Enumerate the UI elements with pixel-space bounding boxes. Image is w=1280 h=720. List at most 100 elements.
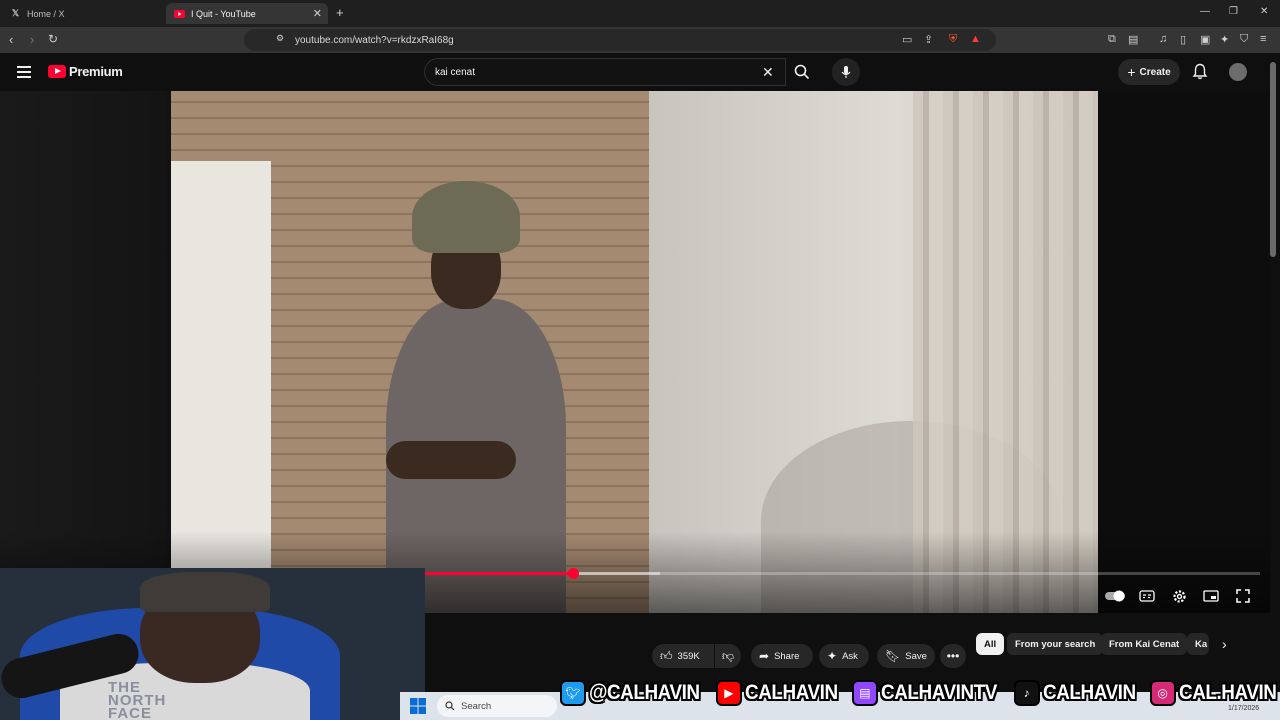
more-actions-button[interactable]: ••• bbox=[940, 644, 966, 668]
video-player[interactable]: 1 bbox=[0, 91, 1270, 613]
chip-overflow[interactable]: Ka bbox=[1187, 633, 1209, 655]
instagram-handle: CAL.HAVIN bbox=[1178, 681, 1277, 704]
twitch-handle: CALHAVINTV bbox=[880, 681, 997, 704]
chips-next-icon[interactable]: › bbox=[1222, 636, 1227, 652]
gear-icon bbox=[1172, 589, 1186, 603]
youtube-play-logo-icon bbox=[48, 65, 66, 78]
autoplay-toggle[interactable] bbox=[1102, 585, 1128, 607]
media-icon[interactable]: ♫ bbox=[1159, 33, 1167, 45]
social-twitch: ▤ CALHAVINTV bbox=[851, 680, 1010, 706]
social-youtube: ▶ CALHAVIN bbox=[715, 680, 848, 706]
microphone-icon bbox=[841, 66, 851, 78]
site-info-icon[interactable]: ⚙ bbox=[276, 33, 284, 44]
social-instagram: ◎ CAL.HAVIN bbox=[1149, 680, 1280, 706]
save-button[interactable]: 🔖︎ Save bbox=[877, 644, 935, 668]
forward-icon[interactable]: › bbox=[30, 32, 34, 47]
x-logo-icon: 𝕏 bbox=[11, 8, 20, 18]
streamer-cap bbox=[140, 572, 270, 612]
brave-rewards-icon[interactable]: ▲ bbox=[970, 33, 981, 45]
dislike-button[interactable]: 👎︎ bbox=[715, 644, 741, 668]
shirt-logo-text: THE NORTH FACE bbox=[108, 680, 166, 720]
sparkle-icon: ✦ bbox=[827, 649, 838, 663]
minimize-icon[interactable]: — bbox=[1200, 6, 1210, 17]
youtube-header: Premium kai cenat ✕ + Create bbox=[0, 53, 1280, 91]
miniplayer-button[interactable] bbox=[1198, 585, 1224, 607]
search-icon bbox=[794, 64, 810, 80]
windows-start-icon[interactable] bbox=[410, 698, 426, 714]
restore-icon[interactable]: ❐ bbox=[1229, 6, 1238, 17]
scrubber-handle[interactable] bbox=[567, 568, 579, 579]
youtube-premium-logo[interactable]: Premium bbox=[48, 64, 123, 79]
account-avatar[interactable] bbox=[1229, 63, 1247, 81]
thumbs-down-icon: 👎︎ bbox=[721, 648, 735, 663]
chip-label: Ka bbox=[1195, 638, 1208, 650]
search-button[interactable] bbox=[786, 58, 818, 86]
bell-icon bbox=[1192, 63, 1208, 80]
instagram-icon: ◎ bbox=[1149, 680, 1176, 706]
extensions-icon[interactable]: ⧉ bbox=[1108, 33, 1116, 46]
back-icon[interactable]: ‹ bbox=[9, 32, 13, 47]
share-button[interactable]: ➦ Share bbox=[751, 644, 813, 668]
social-handles-overlay: 🐦︎ @CALHAVIN ▶ CALHAVIN ▤ CALHAVINTV ♪ C… bbox=[560, 676, 1277, 710]
search-query: kai cenat bbox=[435, 66, 476, 78]
fullscreen-button[interactable] bbox=[1230, 585, 1256, 607]
cast-icon[interactable]: ▭ bbox=[902, 33, 912, 46]
social-twitter: 🐦︎ @CALHAVIN bbox=[560, 680, 712, 706]
chip-label: All bbox=[984, 638, 997, 650]
share-label: Share bbox=[774, 650, 800, 662]
browser-menu-icon[interactable]: ≡ bbox=[1260, 33, 1266, 45]
chip-from-your-search[interactable]: From your search bbox=[1007, 633, 1104, 655]
search-input[interactable]: kai cenat bbox=[424, 58, 786, 86]
create-button[interactable]: + Create bbox=[1118, 59, 1180, 85]
thumbs-up-icon: 👍︎ bbox=[660, 648, 673, 663]
taskbar-search-placeholder: Search bbox=[461, 700, 492, 712]
brave-shield-icon[interactable]: ⛨ bbox=[949, 33, 957, 46]
reload-icon[interactable]: ↻ bbox=[48, 32, 58, 46]
twitter-icon: 🐦︎ bbox=[560, 680, 586, 706]
create-label: Create bbox=[1139, 66, 1171, 78]
clear-search-icon[interactable]: ✕ bbox=[762, 64, 774, 81]
search-icon bbox=[445, 701, 455, 711]
autoplay-toggle-icon bbox=[1105, 590, 1125, 602]
url-text: youtube.com/watch?v=rkdzxRaI68g bbox=[295, 34, 454, 46]
plus-icon: + bbox=[1127, 64, 1136, 80]
wallet-icon[interactable]: ▣ bbox=[1200, 33, 1210, 46]
youtube-handle: CALHAVIN bbox=[744, 681, 838, 704]
chip-label: From your search bbox=[1015, 638, 1096, 650]
taskbar-search[interactable]: Search bbox=[437, 695, 557, 717]
chip-all[interactable]: All bbox=[976, 633, 1005, 655]
page-scrollbar[interactable] bbox=[1270, 62, 1276, 257]
more-icon: ••• bbox=[946, 649, 960, 663]
tiktok-icon: ♪ bbox=[1013, 680, 1040, 706]
share-page-icon[interactable]: ⇪ bbox=[924, 33, 933, 46]
voice-search-button[interactable] bbox=[832, 58, 860, 86]
logo-text: Premium bbox=[69, 64, 123, 79]
chip-label: From Kai Cenat bbox=[1109, 638, 1180, 650]
tab-label: I Quit - YouTube bbox=[191, 8, 256, 19]
address-bar[interactable]: youtube.com/watch?v=rkdzxRaI68g bbox=[244, 29, 996, 51]
share-icon: ➦ bbox=[759, 649, 770, 663]
notifications-button[interactable] bbox=[1192, 63, 1208, 85]
settings-button[interactable] bbox=[1166, 585, 1192, 607]
tab-youtube[interactable]: I Quit - YouTube ✕ bbox=[166, 3, 328, 24]
twitter-handle: @CALHAVIN bbox=[589, 681, 700, 704]
close-window-icon[interactable]: ✕ bbox=[1260, 6, 1268, 17]
webcam-overlay: THE NORTH FACE bbox=[0, 568, 425, 720]
miniplayer-icon bbox=[1203, 590, 1219, 602]
tab-label: Home / X bbox=[27, 8, 65, 19]
chip-from-kai-cenat[interactable]: From Kai Cenat bbox=[1101, 633, 1188, 655]
fullscreen-icon bbox=[1236, 589, 1250, 603]
tab-home-x[interactable]: 𝕏 Home / X bbox=[2, 3, 162, 24]
hamburger-menu-icon[interactable] bbox=[17, 66, 31, 78]
captions-icon bbox=[1139, 590, 1155, 602]
sidebar-icon[interactable]: ▯ bbox=[1180, 33, 1186, 46]
leo-ai-icon[interactable]: ✦ bbox=[1220, 33, 1229, 46]
vpn-icon[interactable]: ⛉ bbox=[1240, 33, 1248, 46]
social-tiktok: ♪ CALHAVIN bbox=[1013, 680, 1146, 706]
captions-button[interactable] bbox=[1134, 585, 1160, 607]
tab-search-icon[interactable]: ▤ bbox=[1128, 33, 1138, 46]
close-tab-icon[interactable]: ✕ bbox=[313, 7, 322, 20]
like-button[interactable]: 👍︎ 359K bbox=[652, 644, 714, 668]
new-tab-button[interactable]: + bbox=[336, 5, 344, 20]
ask-button[interactable]: ✦ Ask bbox=[819, 644, 869, 668]
